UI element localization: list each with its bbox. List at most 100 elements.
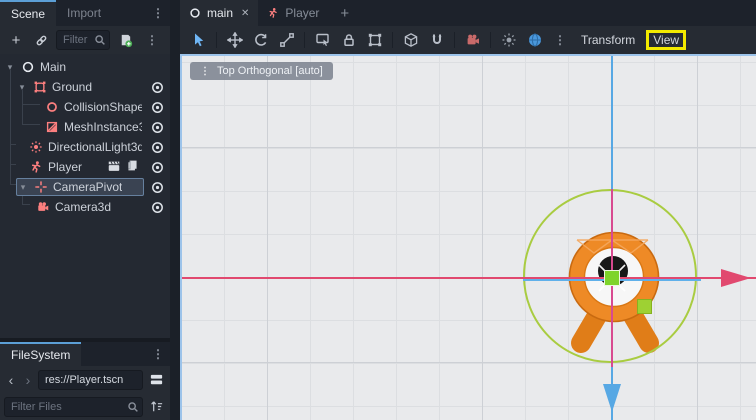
move-gizmo-plane-handle[interactable]: [637, 299, 652, 314]
scene-panel-toolbar: + ⋮: [0, 26, 170, 54]
node3d-pivot-icon: [33, 179, 49, 195]
view-label-text: Top Orthogonal [auto]: [217, 65, 323, 77]
visibility-eye-icon[interactable]: [144, 100, 170, 115]
tab-filesystem[interactable]: FileSystem: [0, 342, 81, 366]
visibility-eye-icon[interactable]: [144, 180, 170, 195]
node-label: Main: [40, 60, 66, 74]
node-label: DirectionalLight3d: [48, 140, 142, 154]
scene-tab-main[interactable]: main ✕: [180, 0, 258, 26]
scale-tool-icon[interactable]: [274, 28, 299, 52]
attach-script-icon[interactable]: [115, 30, 135, 50]
tab-scene-label: Scene: [11, 7, 45, 21]
scene-tab-player[interactable]: Player: [258, 0, 328, 26]
viewport-focus-border: [180, 54, 756, 56]
filesystem-tabbar: FileSystem ⋮: [0, 342, 170, 366]
move-gizmo-y-center-handle[interactable]: [604, 270, 620, 286]
filesystem-menu-icon[interactable]: ⋮: [146, 348, 170, 360]
directionallight3d-icon: [28, 139, 44, 155]
player-scene-icon: [267, 7, 279, 19]
move-tool-icon[interactable]: [222, 28, 247, 52]
select-tool-icon[interactable]: [186, 28, 211, 52]
viewport-focus-border: [180, 54, 182, 420]
godot-editor-window: Scene Import ⋮ +: [0, 0, 756, 420]
node-label: Player: [48, 160, 82, 174]
new-scene-tab-button[interactable]: +: [328, 5, 361, 22]
list-select-icon[interactable]: [310, 28, 335, 52]
scene-root-icon: [189, 7, 201, 19]
tree-row-camera3d[interactable]: Camera3d: [0, 197, 170, 217]
search-icon: [126, 400, 140, 414]
filesystem-panel: FileSystem ⋮ ‹ ›: [0, 342, 170, 420]
viewport-toolbar: ⋮ Transform View: [180, 26, 756, 54]
scene-tab-label: main: [207, 6, 233, 20]
local-space-icon[interactable]: [398, 28, 423, 52]
script-badge-icon[interactable]: [126, 159, 139, 176]
tree-row-camerapivot[interactable]: ▾ CameraPivot: [0, 177, 170, 197]
rotate-tool-icon[interactable]: [248, 28, 273, 52]
nav-forward-button[interactable]: ›: [21, 372, 35, 388]
preview-sunlight-icon[interactable]: [496, 28, 521, 52]
tree-row-player[interactable]: Player: [0, 157, 170, 177]
camera-preview-icon[interactable]: [460, 28, 485, 52]
lock-icon[interactable]: [336, 28, 361, 52]
viewport-extra-menu-icon[interactable]: ⋮: [548, 34, 572, 46]
expand-icon[interactable]: ▾: [16, 82, 28, 93]
move-gizmo-z-arrow[interactable]: [603, 384, 621, 412]
visibility-eye-icon[interactable]: [144, 140, 170, 155]
tree-row-main[interactable]: ▾ Main: [0, 57, 170, 77]
expand-icon[interactable]: ▾: [4, 62, 16, 73]
expand-icon[interactable]: ▾: [17, 182, 29, 193]
scene-panel-menu-icon[interactable]: ⋮: [146, 7, 170, 19]
filter-files-input[interactable]: [4, 397, 143, 417]
preview-environment-icon[interactable]: [522, 28, 547, 52]
snap-icon[interactable]: [424, 28, 449, 52]
current-path-field[interactable]: [38, 370, 143, 390]
open-instanced-scene-icon[interactable]: [107, 159, 121, 176]
group-icon[interactable]: [362, 28, 387, 52]
instance-scene-icon[interactable]: [31, 30, 51, 50]
toggle-split-mode-icon[interactable]: [146, 370, 166, 390]
tree-row-directionallight3d[interactable]: DirectionalLight3d: [0, 137, 170, 157]
node-label: Ground: [52, 80, 92, 94]
scene-tree-menu-icon[interactable]: ⋮: [140, 34, 164, 46]
node-label: MeshInstance3d: [64, 120, 142, 134]
tab-scene[interactable]: Scene: [0, 0, 56, 26]
scene-tabbar: main ✕ Player +: [180, 0, 756, 26]
move-gizmo-x-arrow[interactable]: [721, 269, 751, 287]
add-node-button[interactable]: +: [6, 30, 26, 50]
staticbody3d-icon: [32, 79, 48, 95]
filter-nodes-search: [56, 30, 110, 50]
filesystem-nav: ‹ ›: [0, 366, 170, 393]
visibility-eye-icon[interactable]: [144, 80, 170, 95]
filesystem-filter-row: [0, 393, 170, 420]
tab-import[interactable]: Import: [56, 0, 112, 26]
tree-row-collisionshape3d[interactable]: CollisionShape3d: [0, 97, 170, 117]
view-label-menu-icon[interactable]: ⋮: [200, 66, 210, 77]
viewport-view-label[interactable]: ⋮ Top Orthogonal [auto]: [190, 62, 333, 80]
node-icon: [20, 59, 36, 75]
transform-menu[interactable]: Transform: [573, 30, 643, 50]
tab-import-label: Import: [67, 6, 101, 20]
search-icon: [93, 33, 107, 47]
nav-back-button[interactable]: ‹: [4, 372, 18, 388]
meshinstance3d-icon: [44, 119, 60, 135]
tab-filesystem-label: FileSystem: [11, 348, 70, 362]
tree-row-ground[interactable]: ▾ Ground: [0, 77, 170, 97]
node-label: CollisionShape3d: [64, 100, 142, 114]
player-character-icon: [28, 159, 44, 175]
node-label: Camera3d: [55, 200, 111, 214]
scene-tab-label: Player: [285, 6, 319, 20]
file-sort-icon[interactable]: [146, 397, 166, 417]
visibility-eye-icon[interactable]: [144, 160, 170, 175]
node-label: CameraPivot: [53, 180, 122, 194]
view-menu[interactable]: View: [646, 30, 686, 50]
scene-tree: ▾ Main ▾: [0, 54, 170, 217]
camera3d-icon: [35, 199, 51, 215]
viewport-3d[interactable]: ⋮ Top Orthogonal [auto]: [180, 54, 756, 420]
dock-splitter[interactable]: [170, 0, 180, 420]
tree-row-meshinstance3d[interactable]: MeshInstance3d: [0, 117, 170, 137]
visibility-eye-icon[interactable]: [144, 120, 170, 135]
visibility-eye-icon[interactable]: [144, 200, 170, 215]
collisionshape3d-icon: [44, 99, 60, 115]
close-tab-icon[interactable]: ✕: [239, 8, 249, 19]
